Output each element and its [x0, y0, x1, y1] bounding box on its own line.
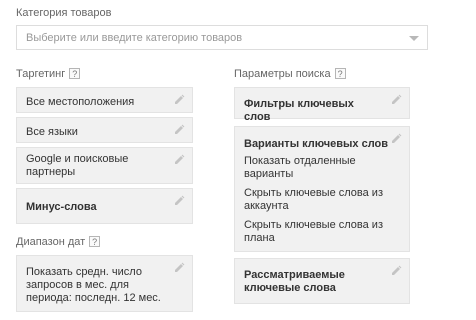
considered-keywords-card[interactable]: Рассматриваемые ключевые слова	[234, 258, 410, 304]
help-icon[interactable]: ?	[69, 68, 81, 79]
targeting-networks[interactable]: Google и поисковые партнеры	[16, 147, 193, 184]
keyword-filters-label: Фильтры ключевых слов	[244, 98, 354, 123]
targeting-languages-label: Все языки	[26, 126, 78, 138]
keyword-variants-card[interactable]: Варианты ключевых слов Показать отдаленн…	[234, 126, 410, 252]
date-range-label-text: Диапазон дат	[16, 236, 86, 248]
pencil-icon[interactable]	[173, 195, 185, 207]
targeting-label-text: Таргетинг	[16, 68, 66, 80]
variant-option: Скрыть ключевые слова из плана	[244, 219, 383, 244]
keyword-filters-card[interactable]: Фильтры ключевых слов	[234, 87, 410, 123]
caret-down-icon[interactable]	[409, 36, 419, 41]
targeting-negative-keywords-label: Минус-слова	[26, 201, 97, 213]
targeting-label: Таргетинг?	[16, 68, 81, 80]
category-select[interactable]: Выберите или введите категорию товаров	[16, 25, 428, 50]
variant-option: Скрыть ключевые слова из аккаунта	[244, 187, 383, 212]
category-placeholder: Выберите или введите категорию товаров	[26, 32, 243, 44]
pencil-icon[interactable]	[390, 94, 402, 106]
search-params-label: Параметры поиска?	[234, 68, 346, 80]
pencil-icon[interactable]	[390, 265, 402, 277]
search-params-label-text: Параметры поиска	[234, 68, 331, 80]
pencil-icon[interactable]	[173, 124, 185, 136]
date-range-label: Диапазон дат?	[16, 236, 101, 248]
category-label: Категория товаров	[16, 7, 112, 19]
considered-keywords-label: Рассматриваемые ключевые слова	[244, 269, 345, 294]
targeting-networks-label: Google и поисковые партнеры	[26, 153, 129, 178]
targeting-location[interactable]: Все местоположения	[16, 87, 193, 113]
targeting-negative-keywords[interactable]: Минус-слова	[16, 188, 193, 224]
pencil-icon[interactable]	[173, 94, 185, 106]
date-range-card[interactable]: Показать средн. число запросов в мес. дл…	[16, 255, 193, 312]
keyword-variants-content: Варианты ключевых слов Показать отдаленн…	[244, 138, 389, 245]
pencil-icon[interactable]	[173, 262, 185, 274]
pencil-icon[interactable]	[390, 133, 402, 145]
date-range-value: Показать средн. число запросов в мес. дл…	[26, 266, 161, 304]
variant-option: Показать отдаленные варианты	[244, 155, 356, 180]
keyword-variants-title: Варианты ключевых слов	[244, 138, 389, 150]
help-icon[interactable]: ?	[334, 68, 346, 79]
targeting-location-label: Все местоположения	[26, 96, 135, 108]
pencil-icon[interactable]	[173, 154, 185, 166]
help-icon[interactable]: ?	[89, 236, 101, 247]
targeting-languages[interactable]: Все языки	[16, 117, 193, 143]
